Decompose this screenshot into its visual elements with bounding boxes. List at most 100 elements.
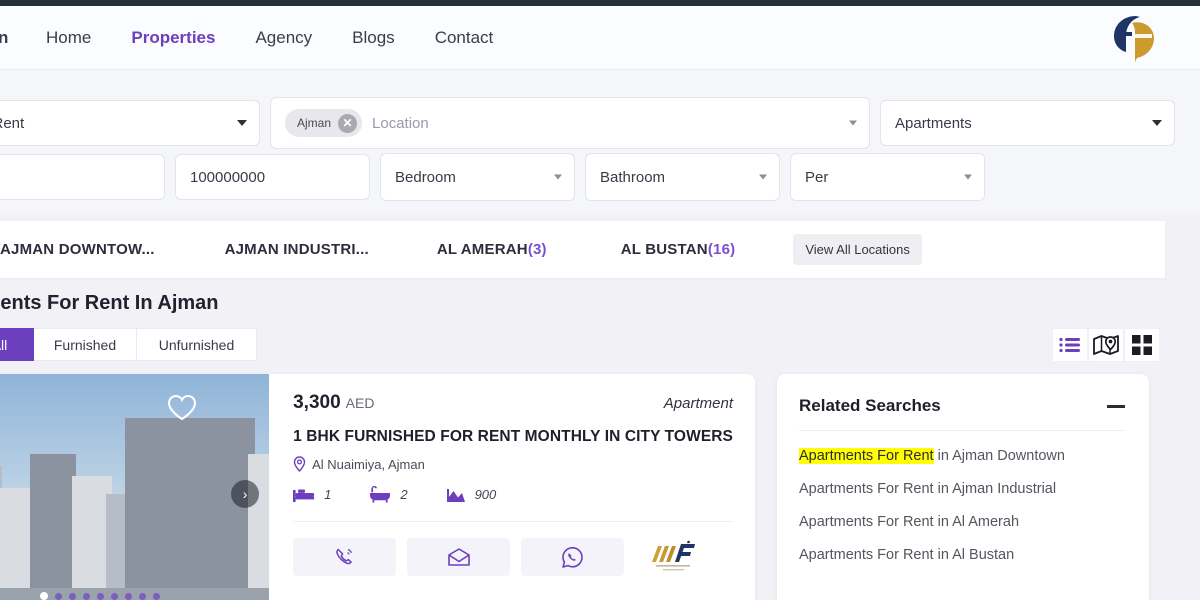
nav-item-contact[interactable]: Contact (435, 28, 494, 48)
related-search-item-al-amerah[interactable]: Apartments For Rent in Al Amerah (799, 514, 1125, 530)
location-tab-label: AL AMERAH (436, 241, 528, 258)
email-button[interactable] (407, 538, 511, 576)
tab-furnished[interactable]: Furnished (34, 328, 137, 361)
whatsapp-button[interactable] (521, 538, 625, 576)
location-tab-count: (16) (707, 241, 736, 258)
main-navigation: Home Properties Agency Blogs Contact (46, 28, 493, 48)
carousel-dot[interactable] (124, 592, 132, 600)
per-select[interactable]: Per (790, 153, 985, 201)
related-search-item-al-bustan[interactable]: Apartments For Rent in Al Bustan (799, 547, 1125, 563)
category-select[interactable]: Apartments (880, 100, 1175, 146)
nav-item-blogs[interactable]: Blogs (352, 28, 395, 48)
fp-logo-icon (1114, 15, 1154, 62)
max-price-input[interactable]: 100000000 (175, 154, 370, 200)
carousel-dot[interactable] (68, 592, 76, 600)
chevron-down-icon (237, 120, 247, 126)
related-search-item-ajman-downtown[interactable]: Apartments For Rent in Ajman Downtown (799, 448, 1125, 464)
minus-icon[interactable] (1107, 404, 1125, 408)
carousel-dots (39, 592, 160, 600)
bedroom-select-value: Bedroom (395, 168, 456, 186)
carousel-dot[interactable] (39, 592, 48, 600)
page-root: n Home Properties Agency Blogs Contact o… (0, 0, 1200, 600)
location-input-wrapper[interactable]: Ajman ✕ Location (270, 97, 870, 149)
purpose-select-value: or Rent (0, 114, 25, 132)
location-tab-ajman-industrial[interactable]: AJMAN INDUSTRI... (225, 241, 369, 258)
related-searches-divider (799, 430, 1125, 431)
nav-item-home[interactable]: Home (46, 28, 91, 48)
building-shape (0, 488, 34, 600)
listing-specs: 1 2 900 (293, 486, 733, 503)
search-panel: or Rent Ajman ✕ Location Apartments (0, 70, 1200, 213)
tab-all[interactable]: All (0, 328, 34, 361)
chevron-down-icon (759, 174, 767, 180)
carousel-dot[interactable] (152, 592, 160, 600)
carousel-dot[interactable] (82, 592, 90, 600)
location-tab-label: AJMAN INDUSTRI... (224, 241, 369, 258)
spec-area-value: 900 (474, 487, 497, 502)
bathroom-select[interactable]: Bathroom (585, 153, 780, 201)
bedroom-select[interactable]: Bedroom (380, 153, 575, 201)
per-select-value: Per (805, 168, 829, 186)
location-tab-ajman-downtown[interactable]: AJMAN DOWNTOW... (0, 241, 155, 258)
listing-location-text: Al Nuaimiya, Ajman (312, 456, 425, 472)
grid-view-button[interactable] (1124, 328, 1160, 362)
carousel-dot[interactable] (96, 592, 104, 600)
email-icon (447, 547, 470, 566)
min-price-input[interactable] (0, 154, 165, 200)
tab-unfurnished[interactable]: Unfurnished (137, 328, 257, 361)
location-chip-ajman[interactable]: Ajman ✕ (285, 109, 363, 137)
property-card[interactable]: Rent ‹ › 3 (0, 374, 755, 600)
related-searches-title: Related Searches (799, 396, 941, 415)
building-shape (30, 454, 76, 600)
category-select-value: Apartments (895, 114, 972, 132)
list-view-icon (1059, 337, 1080, 353)
nav-item-properties[interactable]: Properties (131, 28, 215, 48)
related-searches-panel: Related Searches Apartments For Rent in … (777, 374, 1149, 600)
listing-currency: AED (345, 395, 375, 411)
related-search-rest: in Ajman Downtown (933, 448, 1065, 464)
view-all-locations-button[interactable]: View All Locations (793, 234, 922, 265)
chevron-down-icon (964, 174, 972, 180)
building-shape (125, 418, 255, 600)
related-search-item-ajman-industrial[interactable]: Apartments For Rent in Ajman Industrial (799, 481, 1125, 497)
location-tab-al-amerah[interactable]: AL AMERAH(3) (437, 241, 547, 258)
site-header: n Home Properties Agency Blogs Contact (0, 6, 1200, 70)
call-button[interactable] (293, 538, 397, 576)
price-row: 3,300 AED Apartment (293, 392, 733, 414)
chevron-down-icon[interactable] (849, 120, 857, 126)
close-icon[interactable]: ✕ (338, 113, 358, 133)
carousel-dot[interactable] (54, 592, 62, 600)
brand-name-truncated[interactable]: n (0, 28, 8, 48)
listing-location: Al Nuaimiya, Ajman (293, 456, 733, 472)
location-tab-al-bustan[interactable]: AL BUSTAN(16) (621, 241, 736, 258)
listing-price-value: 3,300 (293, 392, 341, 413)
map-view-button[interactable] (1088, 328, 1124, 362)
view-mode-toggles (1052, 328, 1160, 362)
carousel-dot[interactable] (110, 592, 118, 600)
agency-logo[interactable] (649, 540, 703, 574)
location-tab-label: AL BUSTAN (620, 241, 708, 258)
bathtub-icon (370, 486, 391, 503)
site-logo[interactable] (1106, 12, 1162, 64)
heart-icon (168, 394, 197, 421)
furnishing-filter-tabs: All Furnished Unfurnished (0, 328, 257, 361)
property-details: 3,300 AED Apartment 1 BHK FURNISHED FOR R… (269, 374, 755, 600)
spec-area: 900 (446, 487, 497, 503)
related-searches-header[interactable]: Related Searches (799, 396, 1125, 416)
chevron-down-icon (554, 174, 562, 180)
list-view-button[interactable] (1052, 328, 1088, 362)
map-view-icon (1093, 335, 1119, 355)
area-icon (446, 488, 465, 502)
spec-bedrooms: 1 (293, 487, 331, 503)
listing-title[interactable]: 1 BHK FURNISHED FOR RENT MONTHLY IN CITY… (293, 428, 733, 446)
property-image[interactable]: Rent ‹ › (0, 374, 270, 600)
search-row-secondary: 100000000 Bedroom Bathroom Per (0, 153, 985, 201)
carousel-next-button[interactable]: › (231, 480, 260, 508)
card-divider (293, 521, 733, 522)
favorite-button[interactable] (167, 394, 197, 426)
locations-bar: AJMAN DOWNTOW... AJMAN INDUSTRI... AL AM… (0, 221, 1165, 278)
carousel-dot[interactable] (138, 592, 146, 600)
location-chip-label: Ajman (297, 116, 332, 130)
purpose-select[interactable]: or Rent (0, 100, 260, 146)
nav-item-agency[interactable]: Agency (255, 28, 312, 48)
